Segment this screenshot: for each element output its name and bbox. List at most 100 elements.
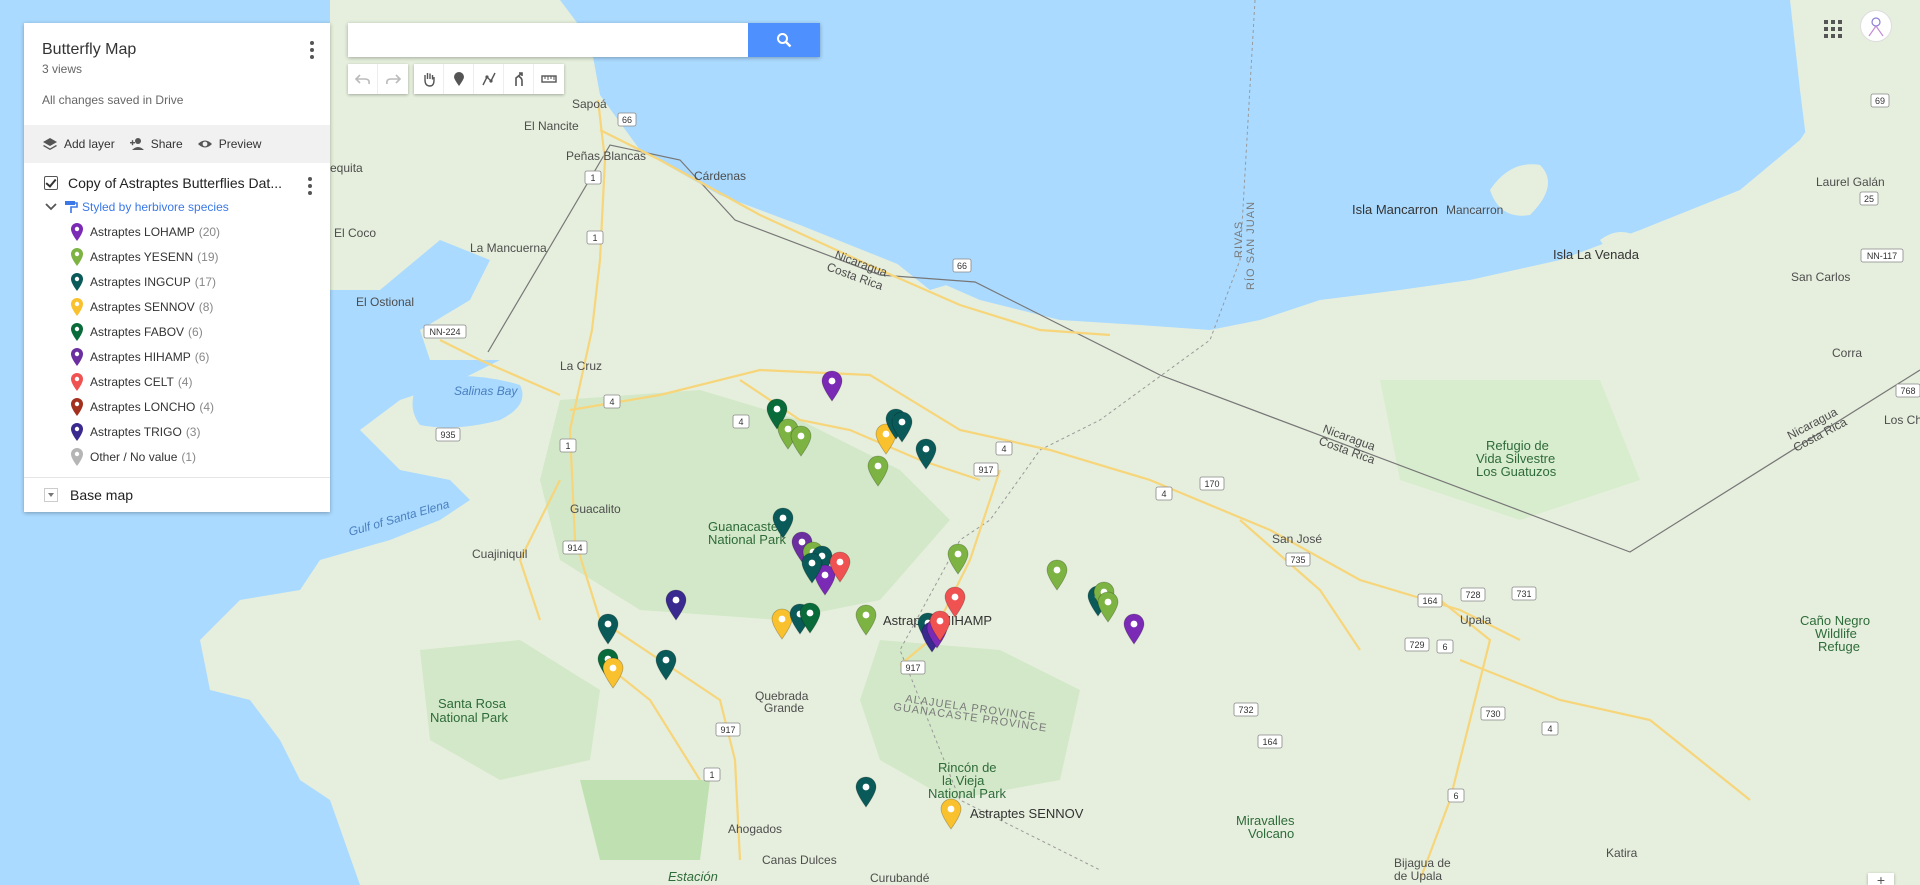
share-button[interactable]: Share: [129, 136, 183, 152]
legend-item[interactable]: Astraptes TRIGO (3): [24, 419, 330, 444]
chevron-down-icon: [44, 488, 58, 502]
legend-item[interactable]: Astraptes INGCUP (17): [24, 269, 330, 294]
avatar[interactable]: [1860, 10, 1892, 42]
svg-text:1: 1: [565, 441, 570, 451]
chevron-down-icon[interactable]: [44, 200, 58, 214]
paint-roller-icon: [65, 201, 78, 213]
map-title[interactable]: Butterfly Map: [42, 41, 312, 59]
legend-label: Other / No value: [90, 449, 178, 464]
road-shield: 728: [1460, 587, 1486, 602]
legend-count: (6): [194, 349, 210, 364]
styled-by-row: Styled by herbivore species: [24, 195, 330, 219]
svg-text:25: 25: [1864, 194, 1874, 204]
apps-grid-icon[interactable]: [1820, 16, 1844, 40]
svg-text:1: 1: [590, 173, 595, 183]
draw-line-icon: [481, 72, 496, 86]
label-bijagua-1: Bijagua de: [1394, 856, 1451, 870]
search-input[interactable]: [348, 23, 748, 57]
redo-icon: [386, 74, 401, 85]
eye-icon: [197, 140, 212, 148]
svg-text:1: 1: [709, 770, 714, 780]
search-button[interactable]: [748, 23, 820, 57]
legend-item[interactable]: Astraptes SENNOV (8): [24, 294, 330, 319]
legend-item[interactable]: Astraptes FABOV (6): [24, 319, 330, 344]
undo-button[interactable]: [348, 64, 378, 94]
panel-header: Butterfly Map 3 views All changes saved …: [24, 23, 330, 125]
label-la-mancuerna: La Mancuerna: [470, 241, 547, 255]
label-equita: equita: [330, 161, 363, 175]
label-rivas: RIVAS: [1233, 221, 1245, 258]
legend-count: (6): [188, 324, 203, 339]
layer-name[interactable]: Copy of Astraptes Butterflies Dat...: [68, 175, 288, 191]
road-shield: 69: [1870, 93, 1890, 108]
map-pin-icon: [71, 322, 83, 341]
label-upala: Upala: [1460, 613, 1492, 627]
legend-item[interactable]: Astraptes LONCHO (4): [24, 394, 330, 419]
legend-label: Astraptes YESENN: [90, 249, 194, 264]
road-shield: 731: [1511, 586, 1537, 601]
legend-count: (20): [198, 224, 221, 239]
label-ahogados: Ahogados: [728, 822, 782, 836]
styled-by-link[interactable]: Styled by herbivore species: [64, 200, 229, 214]
road-shield: 917: [715, 722, 741, 737]
svg-text:768: 768: [1900, 386, 1915, 396]
layer-options-icon[interactable]: [308, 177, 312, 195]
map-pin-icon: [71, 297, 83, 316]
views-count: 3 views: [42, 62, 83, 76]
svg-text:728: 728: [1465, 590, 1480, 600]
legend-item[interactable]: Astraptes HIHAMP (6): [24, 344, 330, 369]
svg-text:1: 1: [592, 233, 597, 243]
label-isla-mancarron: Isla Mancarron: [1352, 202, 1438, 217]
label-cano-negro-3: Refuge: [1818, 639, 1860, 654]
add-layer-button[interactable]: Add layer: [42, 136, 115, 152]
svg-text:735: 735: [1290, 555, 1305, 565]
label-rio-san-juan: RÍO SAN JUAN: [1244, 201, 1257, 290]
road-shield: NN-117: [1860, 248, 1904, 263]
label-quebrada-2: Grande: [764, 701, 804, 715]
road-shield: 6: [1447, 788, 1465, 803]
legend-item[interactable]: Other / No value (1): [24, 444, 330, 469]
svg-text:4: 4: [738, 417, 743, 427]
legend-item[interactable]: Astraptes LOHAMP (20): [24, 219, 330, 244]
measure-button[interactable]: [534, 64, 564, 94]
search-icon: [777, 33, 792, 48]
svg-text:164: 164: [1422, 596, 1437, 606]
label-guacalito: Guacalito: [570, 502, 621, 516]
share-label: Share: [150, 137, 183, 151]
map-options-icon[interactable]: [304, 41, 320, 61]
legend-item[interactable]: Astraptes YESENN (19): [24, 244, 330, 269]
directions-button[interactable]: [504, 64, 534, 94]
legend-label: Astraptes HIHAMP: [90, 349, 191, 364]
road-shield: 732: [1233, 702, 1259, 717]
preview-label: Preview: [218, 137, 262, 151]
road-shield: 164: [1257, 734, 1283, 749]
base-map-label: Base map: [70, 487, 134, 503]
redo-button[interactable]: [378, 64, 408, 94]
draw-line-button[interactable]: [474, 64, 504, 94]
road-shield: 6: [1436, 639, 1454, 654]
zoom-in-button[interactable]: +: [1868, 873, 1894, 885]
label-canas-dulces: Canas Dulces: [762, 853, 837, 867]
road-shield: 66: [617, 112, 637, 127]
label-refugio-3: Los Guatuzos: [1476, 464, 1557, 479]
preview-button[interactable]: Preview: [197, 136, 262, 152]
map-pin-icon: [71, 397, 83, 416]
layer-header: Copy of Astraptes Butterflies Dat...: [24, 171, 330, 195]
legend-count: (19): [197, 249, 219, 264]
legend-count: (1): [181, 449, 197, 464]
svg-text:917: 917: [978, 465, 993, 475]
select-items-button[interactable]: [414, 64, 444, 94]
svg-text:NN-117: NN-117: [1867, 251, 1897, 261]
svg-text:4: 4: [609, 397, 614, 407]
road-shield: 4: [1541, 721, 1559, 736]
add-marker-button[interactable]: [444, 64, 474, 94]
base-map-row[interactable]: Base map: [24, 478, 330, 512]
label-rincon-3: National Park: [928, 786, 1007, 801]
layer-visibility-checkbox[interactable]: [44, 176, 58, 190]
label-el-ostional: El Ostional: [356, 295, 414, 309]
road-shield: 935: [435, 427, 461, 442]
legend-item[interactable]: Astraptes CELT (4): [24, 369, 330, 394]
map-pin-icon: [71, 422, 83, 441]
svg-text:917: 917: [905, 663, 920, 673]
legend-label: Astraptes LONCHO: [90, 399, 196, 414]
